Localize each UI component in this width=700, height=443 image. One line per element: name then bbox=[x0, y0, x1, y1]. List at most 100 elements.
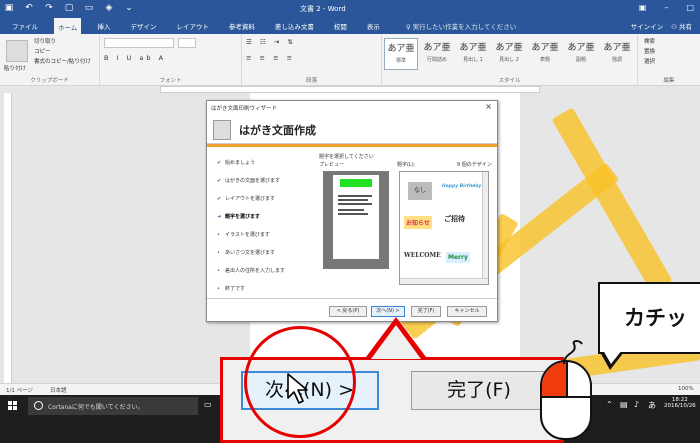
ribbon-display-icon[interactable]: ▣ bbox=[639, 3, 647, 12]
select-button[interactable]: 選択 bbox=[644, 57, 655, 65]
font-color-icon[interactable]: A bbox=[159, 54, 166, 62]
cortana-search-box[interactable]: Cortanaに何でも聞いてください。 bbox=[28, 397, 198, 415]
zoom-level[interactable]: 100% bbox=[678, 386, 694, 392]
print-preview-icon[interactable]: ◈ bbox=[104, 3, 114, 13]
align-left-icon[interactable]: ≡ bbox=[246, 54, 254, 62]
align-right-icon[interactable]: ≡ bbox=[273, 54, 281, 62]
bold-button[interactable]: B bbox=[104, 54, 111, 62]
clock-date: 2016/10/26 bbox=[664, 403, 696, 409]
open-icon[interactable]: ▭ bbox=[84, 3, 94, 13]
numbering-icon[interactable]: ☷ bbox=[260, 38, 269, 46]
minimize-icon[interactable]: – bbox=[664, 3, 668, 12]
tab-file[interactable]: ファイル bbox=[8, 19, 42, 33]
tell-me-search[interactable]: ♀ 実行したい作業を入力してください bbox=[406, 21, 516, 31]
design-goshotai[interactable]: ご招待 bbox=[444, 214, 465, 224]
step-item: ✔ 始めましょう bbox=[217, 159, 255, 166]
back-button[interactable]: < 戻る(P) bbox=[329, 306, 367, 317]
tab-layout[interactable]: レイアウト bbox=[172, 19, 213, 33]
font-name-dropdown[interactable] bbox=[104, 38, 174, 48]
style-sample: あア亜 bbox=[567, 43, 595, 53]
align-center-icon[interactable]: ≡ bbox=[260, 54, 268, 62]
design-none[interactable]: なし bbox=[408, 182, 432, 200]
finish-button[interactable]: 完了(F) bbox=[411, 306, 441, 317]
design-happy-birthday[interactable]: Happy Birthday bbox=[442, 184, 481, 189]
bullets-icon[interactable]: ☰ bbox=[246, 38, 255, 46]
tab-mailings[interactable]: 差し込み文書 bbox=[271, 19, 318, 33]
paragraph-group: ☰ ☷ ⇥ ⇅ ≡ ≡ ≡ ≡ 段落 bbox=[242, 34, 382, 86]
system-tray-icon[interactable]: ⌃ bbox=[606, 400, 616, 410]
design-oshirase[interactable]: お知らせ bbox=[404, 216, 432, 229]
find-button[interactable]: 検索 bbox=[644, 37, 655, 45]
share-button[interactable]: ⚇ 共有 bbox=[671, 21, 692, 31]
close-icon[interactable]: × bbox=[485, 102, 492, 111]
tab-review[interactable]: 校閲 bbox=[330, 19, 351, 33]
indent-icon[interactable]: ⇥ bbox=[274, 38, 282, 46]
tab-references[interactable]: 参考資料 bbox=[225, 19, 259, 33]
cut-button[interactable]: 切り取り bbox=[34, 37, 56, 45]
style-sample: あア亜 bbox=[603, 43, 631, 53]
cancel-button[interactable]: キャンセル bbox=[447, 306, 487, 317]
step-item: ✔ はがきの文面を選びます bbox=[217, 177, 280, 184]
style-sample: あア亜 bbox=[459, 43, 487, 53]
style-subtitle[interactable]: あア亜 副題 bbox=[564, 38, 598, 70]
tab-view[interactable]: 表示 bbox=[363, 19, 384, 33]
italic-button[interactable]: I bbox=[117, 54, 122, 62]
dialog-separator bbox=[207, 298, 497, 299]
design-merry[interactable]: Merry bbox=[446, 252, 470, 263]
ime-icon[interactable]: あ bbox=[648, 400, 658, 410]
arrow-right-icon: ➜ bbox=[217, 214, 222, 220]
step-item: • 差出人の住所を入力します bbox=[217, 267, 285, 274]
sort-icon[interactable]: ⇅ bbox=[287, 38, 295, 46]
customize-icon[interactable]: ⌄ bbox=[124, 3, 134, 13]
language-indicator[interactable]: 日本語 bbox=[50, 386, 67, 394]
tab-design[interactable]: デザイン bbox=[126, 19, 160, 33]
paste-icon[interactable] bbox=[6, 40, 28, 62]
save-icon[interactable]: ▣ bbox=[4, 3, 14, 13]
strikethrough-icon[interactable]: ab bbox=[139, 54, 153, 62]
font-group-label: フォント bbox=[159, 78, 182, 84]
next-button[interactable]: 次へ(N) > bbox=[371, 306, 405, 317]
style-title[interactable]: あア亜 表題 bbox=[528, 38, 562, 70]
font-size-dropdown[interactable] bbox=[178, 38, 196, 48]
paste-label[interactable]: 貼り付け bbox=[4, 64, 26, 72]
style-normal[interactable]: あア亜 標準 bbox=[384, 38, 418, 70]
style-heading-1[interactable]: あア亜 見出し 1 bbox=[456, 38, 490, 70]
copy-button[interactable]: コピー bbox=[34, 47, 51, 55]
check-icon: ✔ bbox=[217, 160, 222, 166]
step-item: ✔ レイアウトを選びます bbox=[217, 195, 275, 202]
styles-group: あア亜 標準 あア亜 行間詰め あア亜 見出し 1 あア亜 見出し 2 あア亜 表題 あア… bbox=[382, 34, 638, 86]
tab-insert[interactable]: 挿入 bbox=[93, 19, 114, 33]
vertical-scrollbar[interactable] bbox=[482, 172, 488, 278]
design-welcome[interactable]: WELCOME bbox=[404, 252, 441, 259]
tell-me-text: 実行したい作業を入力してください bbox=[412, 23, 517, 31]
underline-button[interactable]: U bbox=[127, 54, 135, 62]
postcard-preview bbox=[333, 175, 379, 259]
text-line bbox=[338, 195, 372, 197]
replace-button[interactable]: 置換 bbox=[644, 47, 655, 55]
cortana-icon bbox=[34, 401, 43, 410]
zoomed-finish-button[interactable]: 完了(F) bbox=[411, 371, 547, 410]
style-heading-2[interactable]: あア亜 見出し 2 bbox=[492, 38, 526, 70]
format-painter-button[interactable]: 書式のコピー/貼り付け bbox=[34, 57, 91, 65]
vertical-ruler bbox=[4, 93, 12, 383]
justify-icon[interactable]: ≡ bbox=[287, 54, 295, 62]
style-emphasis[interactable]: あア亜 強調 bbox=[600, 38, 634, 70]
tab-home[interactable]: ホーム bbox=[54, 18, 82, 34]
sign-in-link[interactable]: サインイン bbox=[631, 21, 664, 31]
mouse-cable-icon bbox=[563, 340, 583, 365]
horizontal-scrollbar[interactable] bbox=[400, 278, 488, 284]
clipboard-group: 貼り付け 切り取り コピー 書式のコピー/貼り付け クリップボード bbox=[0, 34, 100, 86]
style-no-spacing[interactable]: あア亜 行間詰め bbox=[420, 38, 454, 70]
redo-icon[interactable]: ↷ bbox=[44, 3, 54, 13]
design-list[interactable]: なし Happy Birthday お知らせ ご招待 WELCOME Merry bbox=[399, 171, 489, 285]
account-area: サインイン ⚇ 共有 bbox=[631, 21, 692, 31]
system-clock[interactable]: 18:22 2016/10/26 bbox=[664, 397, 696, 409]
task-view-icon[interactable]: ▭ bbox=[204, 400, 214, 410]
network-icon[interactable]: ▤ bbox=[620, 400, 630, 410]
new-document-icon[interactable]: ▢ bbox=[64, 3, 74, 13]
maximize-icon[interactable]: □ bbox=[686, 3, 694, 12]
start-button[interactable] bbox=[8, 401, 18, 411]
callout-pointer-fill bbox=[371, 325, 421, 359]
undo-icon[interactable]: ↶ bbox=[24, 3, 34, 13]
volume-icon[interactable]: ♪ bbox=[634, 400, 644, 410]
